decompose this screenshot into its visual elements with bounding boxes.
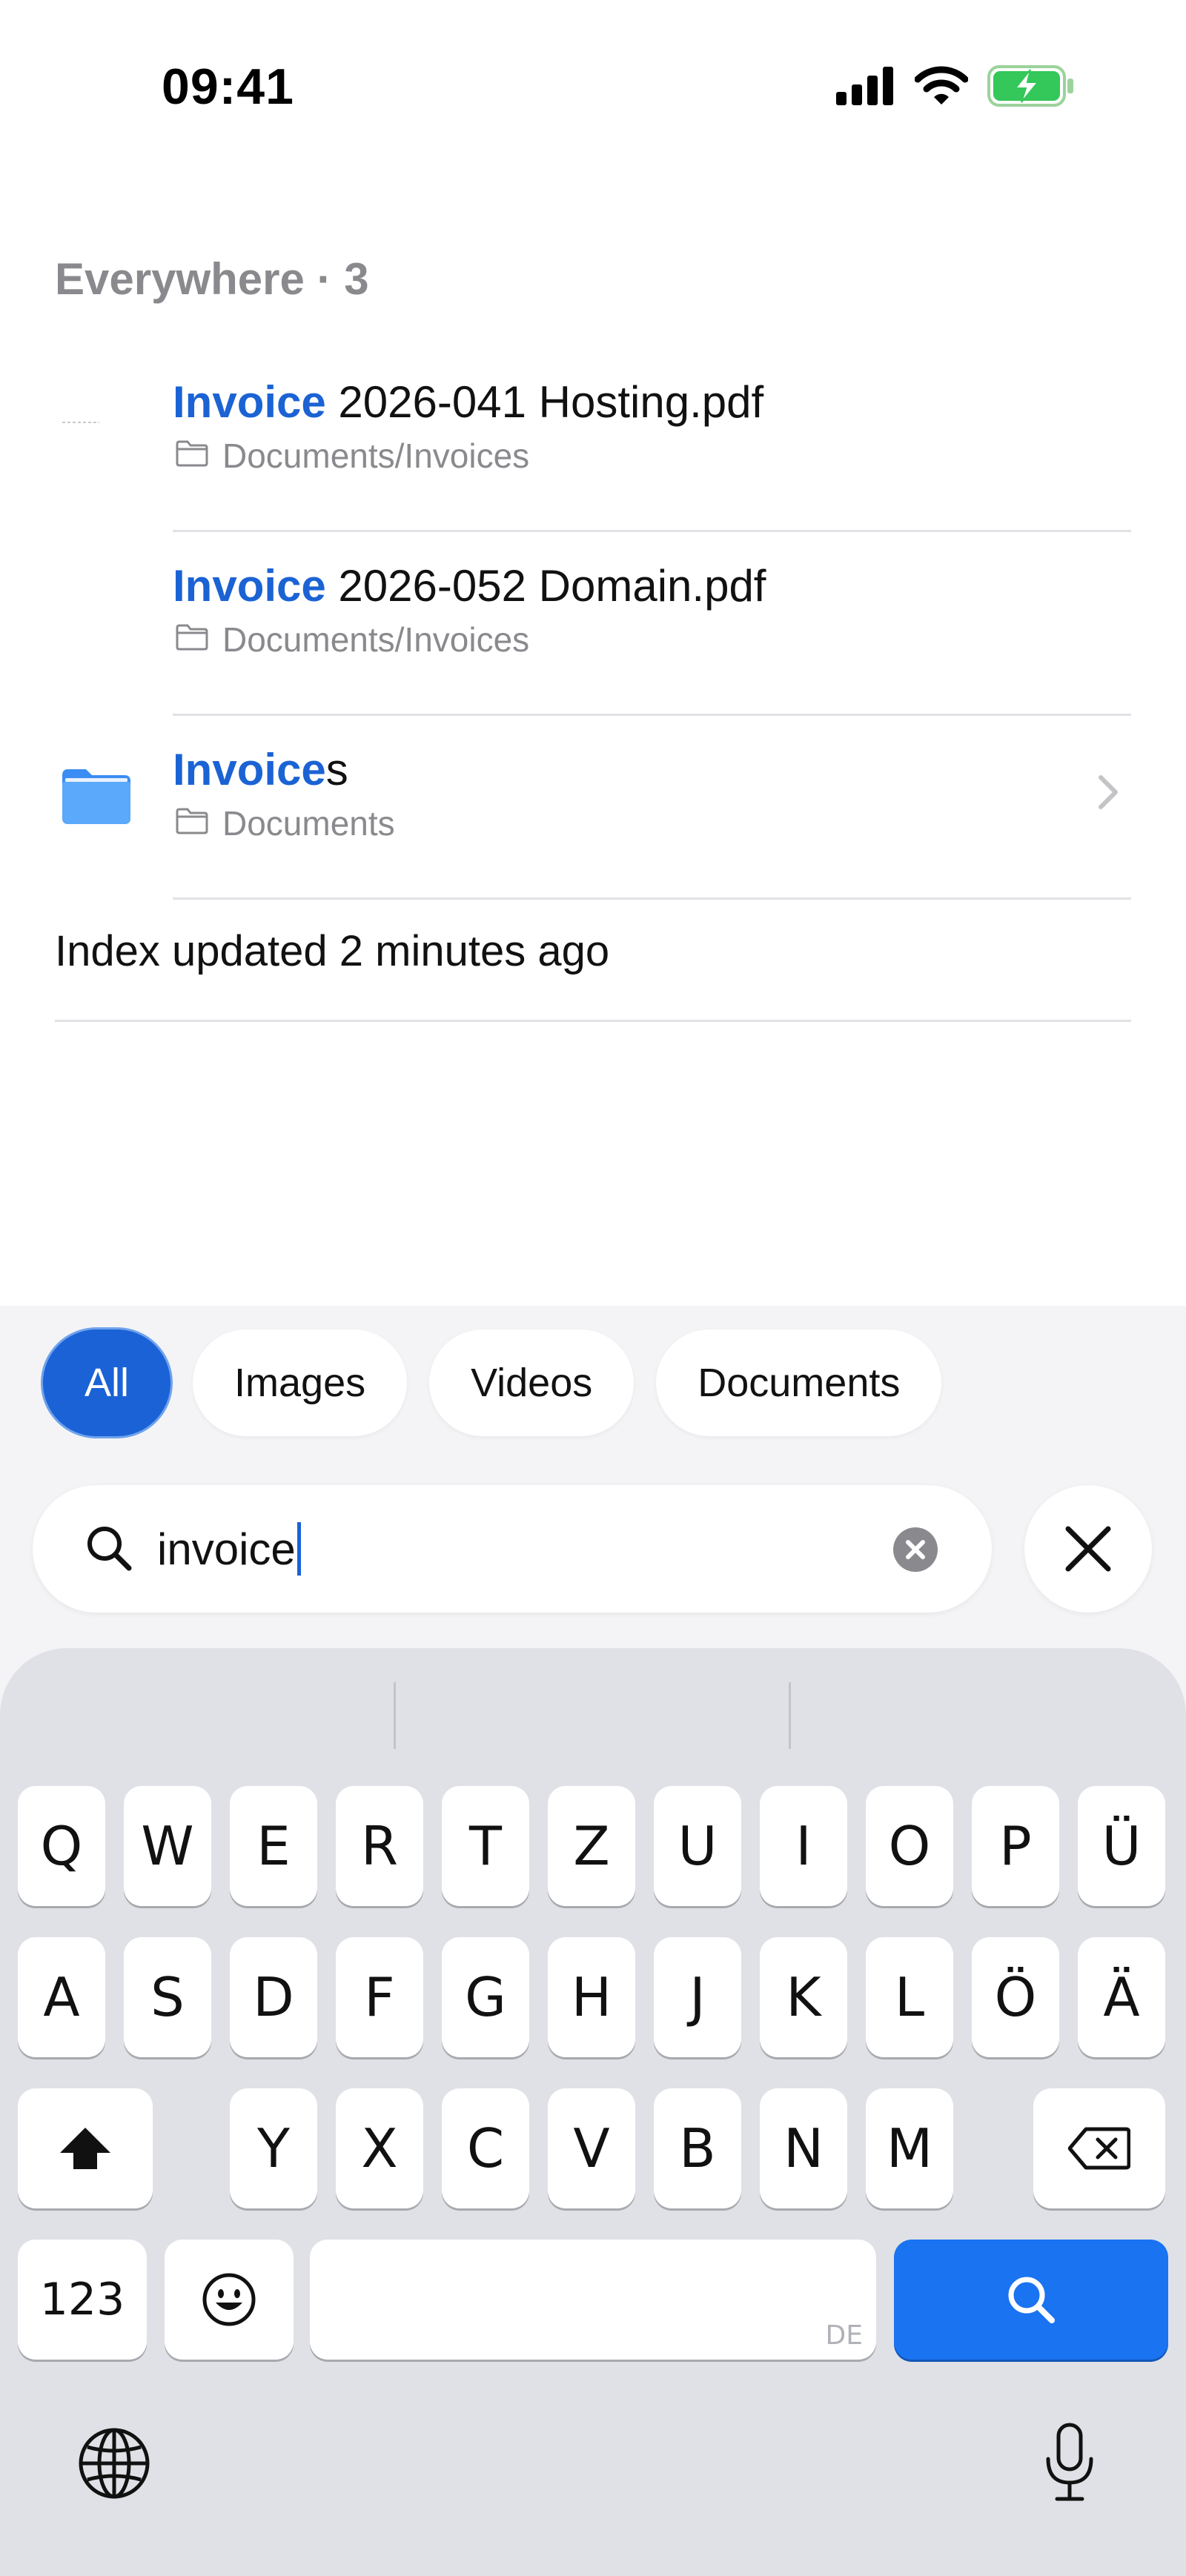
key-f[interactable]: F [336, 1937, 423, 2057]
microphone-icon[interactable] [1044, 2422, 1096, 2507]
key-i[interactable]: I [760, 1786, 847, 1906]
keyboard: Q W E R T Z U I O P Ü A S D F G H J K L … [0, 1648, 1186, 2576]
result-path-text: Documents/Invoices [222, 436, 530, 475]
key-l[interactable]: L [866, 1937, 953, 2057]
folder-outline-icon [175, 803, 209, 843]
key-e[interactable]: E [230, 1786, 317, 1906]
folder-icon [55, 753, 138, 836]
results-list: Invoice 2026-041 Hosting.pdf Documents/I… [0, 348, 1186, 900]
suggestion-separator [789, 1682, 791, 1749]
filter-chips: All Images Videos Documents [43, 1330, 942, 1436]
pdf-thumbnail-icon [55, 385, 138, 468]
status-icons [836, 65, 1075, 110]
result-name-rest: s [325, 745, 348, 794]
folder-outline-icon [175, 620, 209, 660]
result-row[interactable]: Invoice 2026-052 Domain.pdf Documents/In… [0, 532, 1186, 716]
index-status: Index updated 2 minutes ago [55, 927, 610, 975]
backspace-key[interactable] [1033, 2088, 1165, 2208]
filter-chip-all[interactable]: All [43, 1330, 171, 1436]
section-header: Everywhere · 3 [55, 254, 369, 304]
key-oe[interactable]: Ö [972, 1937, 1059, 2057]
result-path-text: Documents/Invoices [222, 620, 530, 659]
emoji-key[interactable] [165, 2240, 294, 2360]
key-m[interactable]: M [866, 2088, 953, 2208]
filter-chip-images[interactable]: Images [193, 1330, 408, 1436]
key-ae[interactable]: Ä [1078, 1937, 1165, 2057]
suggestion-separator [394, 1682, 396, 1749]
folder-outline-icon [175, 436, 209, 476]
key-ue[interactable]: Ü [1078, 1786, 1165, 1906]
shift-icon [60, 2128, 110, 2169]
key-g[interactable]: G [442, 1937, 529, 2057]
wifi-icon [914, 66, 969, 110]
key-a[interactable]: A [18, 1937, 105, 2057]
search-query: invoice [157, 1522, 301, 1576]
row-divider [173, 897, 1131, 900]
result-name-highlight: Invoice [173, 745, 326, 794]
result-path-text: Documents [222, 804, 395, 843]
index-divider [55, 1020, 1131, 1022]
key-v[interactable]: V [548, 2088, 635, 2208]
text-caret [296, 1522, 301, 1576]
status-bar: 09:41 [0, 0, 1186, 170]
key-q[interactable]: Q [18, 1786, 105, 1906]
key-j[interactable]: J [654, 1937, 741, 2057]
key-r[interactable]: R [336, 1786, 423, 1906]
status-time: 09:41 [162, 59, 294, 115]
key-c[interactable]: C [442, 2088, 529, 2208]
result-name-highlight: Invoice [173, 377, 326, 427]
close-icon [1065, 1526, 1111, 1572]
backspace-icon [1068, 2127, 1130, 2170]
key-h[interactable]: H [548, 1937, 635, 2057]
filter-chip-videos[interactable]: Videos [429, 1330, 635, 1436]
search-input[interactable]: invoice [33, 1485, 992, 1613]
key-t[interactable]: T [442, 1786, 529, 1906]
battery-charging-icon [987, 65, 1075, 110]
result-path: Documents/Invoices [175, 436, 529, 476]
space-key[interactable]: DE [310, 2240, 876, 2360]
key-y[interactable]: Y [230, 2088, 317, 2208]
result-path: Documents/Invoices [175, 620, 529, 660]
result-name-highlight: Invoice [173, 561, 326, 611]
search-icon [85, 1524, 133, 1576]
close-search-button[interactable] [1024, 1485, 1152, 1613]
result-name-rest: 2026-041 Hosting.pdf [325, 377, 764, 427]
key-z[interactable]: Z [548, 1786, 635, 1906]
search-query-text: invoice [157, 1524, 296, 1574]
result-name: Invoice 2026-041 Hosting.pdf [173, 376, 763, 428]
key-b[interactable]: B [654, 2088, 741, 2208]
result-name: Invoice 2026-052 Domain.pdf [173, 560, 766, 611]
keyboard-language-label: DE [825, 2320, 863, 2351]
key-n[interactable]: N [760, 2088, 847, 2208]
key-o[interactable]: O [866, 1786, 953, 1906]
result-path: Documents [175, 803, 395, 843]
filter-chip-documents[interactable]: Documents [656, 1330, 942, 1436]
shift-key[interactable] [18, 2088, 153, 2208]
cellular-signal-icon [836, 67, 895, 109]
key-x[interactable]: X [336, 2088, 423, 2208]
key-s[interactable]: S [124, 1937, 211, 2057]
result-name: Invoices [173, 744, 348, 795]
pdf-thumbnail-icon [55, 569, 138, 652]
globe-icon[interactable] [77, 2426, 151, 2504]
result-row[interactable]: Invoice 2026-041 Hosting.pdf Documents/I… [0, 348, 1186, 532]
key-k[interactable]: K [760, 1937, 847, 2057]
key-u[interactable]: U [654, 1786, 741, 1906]
emoji-icon [202, 2273, 256, 2326]
numbers-key[interactable]: 123 [18, 2240, 147, 2360]
key-d[interactable]: D [230, 1937, 317, 2057]
chevron-right-icon [1097, 774, 1119, 814]
result-name-rest: 2026-052 Domain.pdf [325, 561, 766, 611]
key-p[interactable]: P [972, 1786, 1059, 1906]
result-row-folder[interactable]: Invoices Documents [0, 716, 1186, 900]
clear-search-button[interactable] [892, 1527, 938, 1576]
search-key[interactable] [894, 2240, 1168, 2360]
key-w[interactable]: W [124, 1786, 211, 1906]
search-icon [1008, 2277, 1055, 2323]
